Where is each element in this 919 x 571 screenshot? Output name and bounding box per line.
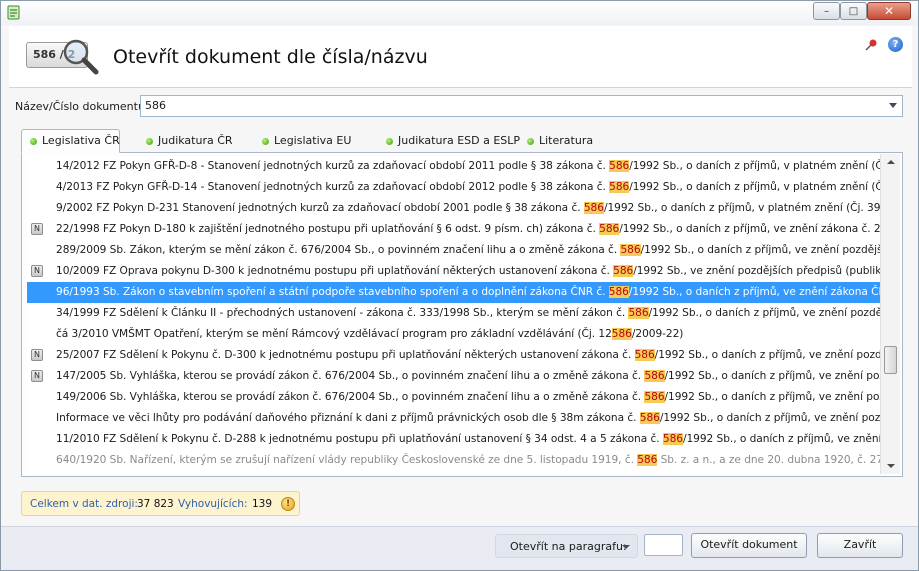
- result-row[interactable]: 640/1920 Sb. Nařízení, kterým se zrušují…: [27, 450, 882, 471]
- result-row[interactable]: N 147/2005 Sb. Vyhláška, kterou se provád…: [27, 366, 882, 387]
- search-match-highlight: 586: [608, 286, 629, 298]
- close-button[interactable]: Zavřít: [817, 533, 903, 558]
- document-field-label: Název/Číslo dokumentu:: [15, 100, 149, 113]
- open-document-button[interactable]: Otevřít dokument: [691, 533, 807, 558]
- green-dot-icon: [386, 138, 393, 145]
- warning-icon[interactable]: !: [281, 497, 295, 511]
- result-row[interactable]: Informace ve věci lhůty pro podávání daň…: [27, 408, 882, 429]
- search-match-highlight: 586: [644, 391, 665, 403]
- result-title: 9/2002 FZ Pokyn D-231 Stanovení jednotný…: [56, 202, 882, 214]
- result-title: 34/1999 FZ Sdělení k Článku II - přechod…: [56, 307, 882, 319]
- results-panel: 14/2012 FZ Pokyn GFŘ-D-8 - Stanovení jed…: [21, 152, 903, 477]
- result-title: 11/2010 FZ Sdělení k Pokynu č. D-288 k j…: [56, 433, 882, 445]
- result-row[interactable]: 96/1993 Sb. Zákon o stavebním spoření a …: [27, 282, 882, 303]
- note-badge-icon: N: [31, 370, 43, 382]
- scroll-down-icon[interactable]: [887, 464, 895, 468]
- search-match-highlight: 586: [609, 181, 630, 193]
- green-dot-icon: [146, 138, 153, 145]
- note-badge-icon: N: [31, 223, 43, 235]
- paragraph-input[interactable]: [644, 534, 683, 556]
- scroll-up-icon[interactable]: [887, 160, 895, 164]
- search-match-highlight: 586: [637, 454, 658, 466]
- search-match-highlight: 586: [599, 223, 620, 235]
- maximize-button[interactable]: □: [840, 2, 867, 20]
- green-dot-icon: [527, 138, 534, 145]
- search-match-highlight: 586: [609, 160, 630, 172]
- total-label: Celkem v dat. zdroji:: [30, 498, 138, 510]
- result-row[interactable]: 11/2010 FZ Sdělení k Pokynu č. D-288 k j…: [27, 429, 882, 450]
- minimize-button[interactable]: –: [813, 2, 840, 20]
- search-match-highlight: 586: [639, 412, 660, 424]
- tab-judikatura-esd-eslp[interactable]: Judikatura ESD a ESLP: [378, 130, 520, 153]
- close-window-button[interactable]: ✕: [867, 2, 911, 20]
- chevron-down-icon[interactable]: [889, 103, 897, 108]
- search-match-highlight: 586: [583, 202, 604, 214]
- search-match-highlight: 586: [613, 265, 634, 277]
- result-row[interactable]: 289/2009 Sb. Zákon, kterým se mění zákon…: [27, 240, 882, 261]
- result-title: 149/2006 Sb. Vyhláška, kterou se provádí…: [56, 391, 882, 403]
- title-bar[interactable]: – □ ✕: [1, 1, 918, 25]
- total-value: 37 823: [137, 498, 174, 510]
- green-dot-icon: [30, 138, 37, 145]
- result-title: 4/2013 FZ Pokyn GFŘ-D-14 - Stanovení jed…: [56, 181, 882, 193]
- results-list[interactable]: 14/2012 FZ Pokyn GFŘ-D-8 - Stanovení jed…: [27, 156, 882, 474]
- result-row[interactable]: N 22/1998 FZ Pokyn D-180 k zajištění jedn…: [27, 219, 882, 240]
- note-badge-icon: N: [31, 349, 43, 361]
- tab-legislativa-eu[interactable]: Legislativa EU: [254, 130, 351, 153]
- result-row[interactable]: 149/2006 Sb. Vyhláška, kterou se provádí…: [27, 387, 882, 408]
- document-number-input[interactable]: 586: [140, 95, 903, 117]
- result-title: 96/1993 Sb. Zákon o stavebním spoření a …: [56, 286, 882, 298]
- result-row[interactable]: 34/1999 FZ Sdělení k Článku II - přechod…: [27, 303, 882, 324]
- tab-judikatura-cr[interactable]: Judikatura ČR: [138, 130, 233, 153]
- green-dot-icon: [262, 138, 269, 145]
- tab-literatura[interactable]: Literatura: [519, 130, 593, 153]
- result-row[interactable]: N 25/2007 FZ Sdělení k Pokynu č. D-300 k …: [27, 345, 882, 366]
- search-match-highlight: 586: [611, 328, 632, 340]
- note-badge-icon: N: [31, 265, 43, 277]
- app-icon: [7, 5, 20, 20]
- search-match-highlight: 586: [644, 370, 665, 382]
- result-title: 10/2009 FZ Oprava pokynu D-300 k jednotn…: [56, 265, 882, 277]
- result-row[interactable]: 9/2002 FZ Pokyn D-231 Stanovení jednotný…: [27, 198, 882, 219]
- vertical-scrollbar[interactable]: [880, 154, 900, 474]
- result-title: 289/2009 Sb. Zákon, kterým se mění zákon…: [56, 244, 882, 256]
- result-row[interactable]: N 10/2009 FZ Oprava pokynu D-300 k jednot…: [27, 261, 882, 282]
- magnifier-icon: [63, 39, 99, 75]
- result-title: 640/1920 Sb. Nařízení, kterým se zrušují…: [56, 454, 882, 466]
- tab-legislativa-cr[interactable]: Legislativa ČR: [21, 129, 120, 153]
- result-row[interactable]: 4/2013 FZ Pokyn GFŘ-D-14 - Stanovení jed…: [27, 177, 882, 198]
- result-title: 25/2007 FZ Sdělení k Pokynu č. D-300 k j…: [56, 349, 882, 361]
- result-title: 14/2012 FZ Pokyn GFŘ-D-8 - Stanovení jed…: [56, 160, 882, 172]
- result-title: Informace ve věci lhůty pro podávání daň…: [56, 412, 882, 424]
- result-row[interactable]: 14/2012 FZ Pokyn GFŘ-D-8 - Stanovení jed…: [27, 156, 882, 177]
- help-icon[interactable]: ?: [888, 37, 903, 52]
- match-value: 139: [252, 498, 273, 510]
- scrollbar-thumb[interactable]: [884, 346, 897, 374]
- status-summary: Celkem v dat. zdroji: 37 823 Vyhovujícíc…: [21, 491, 300, 516]
- search-match-highlight: 586: [628, 307, 649, 319]
- result-title: čá 3/2010 VMŠMT Opatření, kterým se mění…: [56, 328, 684, 340]
- result-row[interactable]: čá 3/2010 VMŠMT Opatření, kterým se mění…: [27, 324, 882, 345]
- search-document-logo: 586 / 2: [26, 38, 102, 76]
- search-match-highlight: 586: [634, 349, 655, 361]
- chevron-down-icon[interactable]: [622, 545, 630, 549]
- result-title: 147/2005 Sb. Vyhláška, kterou se provádí…: [56, 370, 882, 382]
- dialog-header: 586 / 2 Otevřít dokument dle čísla/názvu…: [9, 26, 912, 88]
- dialog-window: – □ ✕ 586 / 2 Otevřít dokument dle čísla…: [0, 0, 919, 571]
- dialog-title: Otevřít dokument dle čísla/názvu: [113, 46, 428, 68]
- search-match-highlight: 586: [620, 244, 641, 256]
- search-match-highlight: 586: [662, 433, 683, 445]
- paragraph-dropdown[interactable]: Otevřít na paragrafu:: [495, 534, 638, 558]
- dialog-footer: Otevřít na paragrafu: Otevřít dokument Z…: [1, 526, 918, 570]
- result-title: 22/1998 FZ Pokyn D-180 k zajištění jedno…: [56, 223, 882, 235]
- document-number-value: 586: [145, 99, 166, 112]
- paragraph-label: Otevřít na paragrafu:: [510, 540, 627, 553]
- match-label: Vyhovujících:: [178, 498, 248, 510]
- pin-icon[interactable]: [864, 38, 878, 52]
